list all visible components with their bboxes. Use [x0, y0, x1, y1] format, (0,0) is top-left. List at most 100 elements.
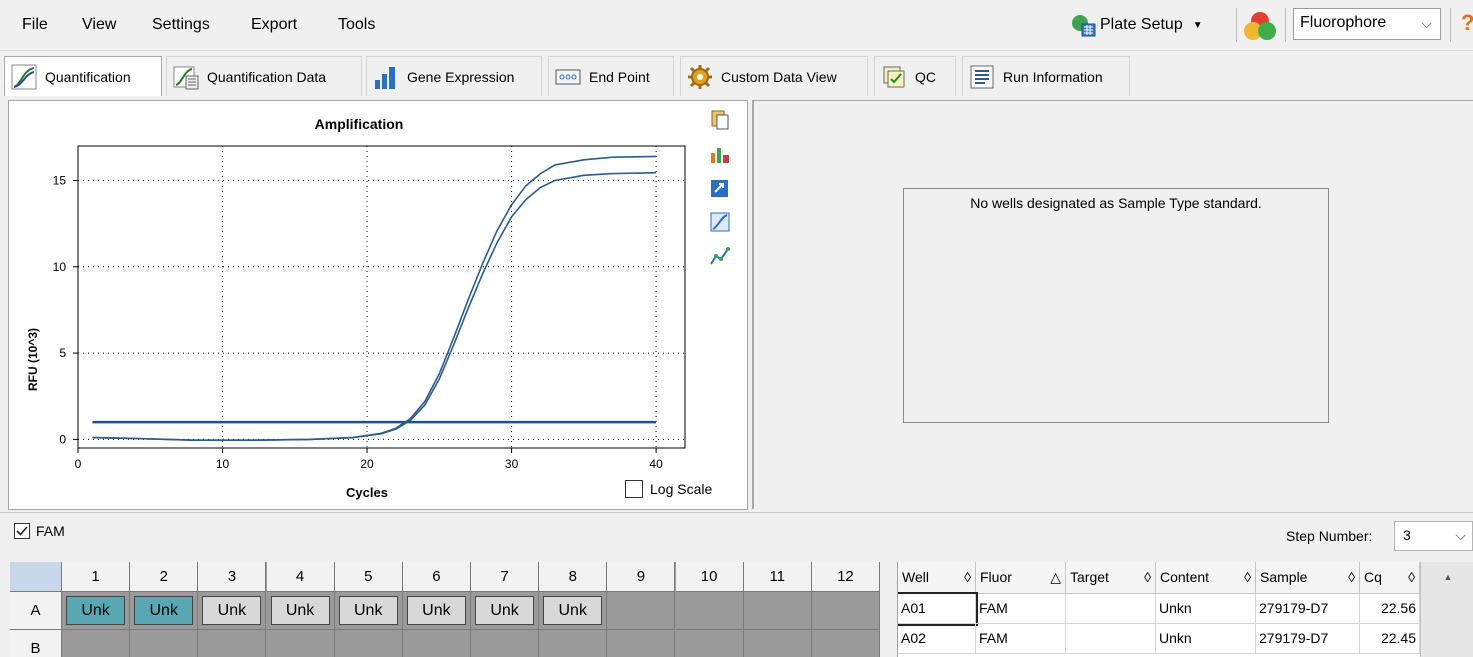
plate-well[interactable]	[402, 630, 471, 657]
plate-column-header[interactable]: 8	[539, 562, 608, 592]
plate-well[interactable]	[811, 630, 880, 657]
sort-icon[interactable]: ◊	[964, 569, 971, 585]
plate-column-header[interactable]: 2	[130, 562, 199, 592]
plate-well[interactable]: Unk	[402, 592, 471, 630]
tab-quantification-data[interactable]: Quantification Data	[166, 56, 362, 96]
log-scale-checkbox[interactable]	[625, 480, 643, 498]
plate-column-header[interactable]: 3	[198, 562, 267, 592]
plate-well[interactable]	[130, 630, 199, 657]
plate-well[interactable]	[607, 630, 676, 657]
help-icon[interactable]: ?	[1461, 10, 1473, 36]
plate-column-header[interactable]: 7	[471, 562, 540, 592]
table-cell[interactable]: Unkn	[1156, 624, 1256, 654]
column-header[interactable]: Fluor △	[976, 562, 1066, 594]
plate-well[interactable]: Unk	[471, 592, 540, 630]
tab-gene-expression[interactable]: Gene Expression	[366, 56, 542, 96]
plate-well[interactable]	[743, 630, 812, 657]
plate-well[interactable]	[198, 630, 267, 657]
plate-setup-button[interactable]: Plate Setup ▼	[1070, 8, 1203, 42]
table-cell[interactable]: A01	[898, 592, 978, 626]
toolbar-divider	[1285, 8, 1286, 42]
plate-well[interactable]: Unk	[334, 592, 403, 630]
plate-row-header[interactable]: A	[10, 592, 62, 630]
amplification-chart[interactable]: Amplification Cycles RFU (10^3) 0 10 20 30 4…	[9, 101, 747, 509]
table-cell[interactable]	[1066, 594, 1156, 624]
tab-quantification[interactable]: Quantification	[4, 56, 162, 96]
plate-well[interactable]	[266, 630, 335, 657]
plate-column-header[interactable]: 11	[743, 562, 812, 592]
table-cell[interactable]: A02	[898, 624, 976, 654]
plate-row-header[interactable]: B	[10, 630, 62, 657]
plate-column-header[interactable]: 5	[334, 562, 403, 592]
sort-icon[interactable]: △	[1050, 569, 1061, 586]
table-cell[interactable]: 279179-D7	[1256, 624, 1360, 654]
plate-well[interactable]: Unk	[266, 592, 335, 630]
export-chart-icon[interactable]	[709, 177, 731, 199]
plate-corner[interactable]	[10, 562, 62, 592]
tab-custom-data-view[interactable]: Custom Data View	[680, 56, 868, 96]
plate-well[interactable]	[607, 592, 676, 630]
table-cell[interactable]: FAM	[976, 594, 1066, 624]
sort-icon[interactable]: ◊	[1244, 569, 1251, 585]
table-cell[interactable]: 279179-D7	[1256, 594, 1360, 624]
table-cell[interactable]: 22.56	[1360, 594, 1420, 624]
menu-tools[interactable]: Tools	[338, 16, 375, 34]
plate-well[interactable]	[675, 592, 744, 630]
plate-column-header[interactable]: 9	[607, 562, 676, 592]
column-header[interactable]: Sample ◊	[1256, 562, 1360, 594]
well-content: Unk	[543, 596, 603, 625]
plate-well[interactable]: Unk	[198, 592, 267, 630]
scroll-up-icon[interactable]: ▲	[1421, 562, 1473, 582]
fluorophore-select-value: Fluorophore	[1300, 14, 1387, 31]
tab-run-information[interactable]: Run Information	[962, 56, 1130, 96]
tab-end-point[interactable]: End Point	[548, 56, 674, 96]
amplification-curve[interactable]	[92, 171, 657, 442]
column-header[interactable]: Content ◊	[1156, 562, 1256, 594]
plate-column-header[interactable]: 12	[811, 562, 880, 592]
column-header[interactable]: Cq ◊	[1360, 562, 1420, 594]
sort-icon[interactable]: ◊	[1144, 569, 1151, 585]
plate-well[interactable]	[743, 592, 812, 630]
column-header[interactable]: Target ◊	[1066, 562, 1156, 594]
plate-well[interactable]: Unk	[62, 592, 131, 630]
well-content: Unk	[475, 596, 535, 625]
log-scale-toggle[interactable]: Log Scale	[625, 480, 712, 498]
menu-file[interactable]: File	[22, 16, 48, 34]
plate-well[interactable]: Unk	[539, 592, 608, 630]
plate-well[interactable]	[811, 592, 880, 630]
amplification-curve[interactable]	[92, 155, 657, 442]
fam-toggle[interactable]: FAM	[14, 523, 65, 539]
step-number-select[interactable]: 3 ⌵	[1394, 521, 1473, 551]
vertical-scrollbar[interactable]: ▲	[1420, 562, 1473, 657]
plate-well[interactable]	[471, 630, 540, 657]
chart-options-icon[interactable]	[709, 143, 731, 165]
menu-export[interactable]: Export	[251, 16, 297, 34]
color-palette-icon[interactable]	[1243, 10, 1277, 42]
table-cell[interactable]: Unkn	[1156, 594, 1256, 624]
column-header[interactable]: Well ◊	[898, 562, 976, 594]
plate-well[interactable]	[62, 630, 131, 657]
sort-icon[interactable]: ◊	[1408, 569, 1415, 585]
plate-column-header[interactable]: 10	[675, 562, 744, 592]
fam-checkbox[interactable]	[14, 523, 30, 539]
menu-settings[interactable]: Settings	[152, 16, 210, 34]
table-cell[interactable]: FAM	[976, 624, 1066, 654]
plate-well[interactable]	[539, 630, 608, 657]
table-cell[interactable]	[1066, 624, 1156, 654]
table-cell[interactable]: 22.45	[1360, 624, 1420, 654]
step-number-label: Step Number:	[1286, 528, 1373, 544]
curve-style-icon[interactable]	[709, 245, 731, 267]
plate-column-header[interactable]: 4	[266, 562, 335, 592]
plate-well[interactable]: Unk	[130, 592, 199, 630]
zoom-chart-icon[interactable]	[709, 211, 731, 233]
menu-view[interactable]: View	[82, 16, 116, 34]
plate-view[interactable]: 1 2 3 4 5 6 7 8 9 10 11 12 A Unk Unk Unk Unk Unk Unk Unk Unk…	[10, 562, 880, 657]
fluorophore-select[interactable]: Fluorophore ⌵	[1293, 8, 1441, 40]
tab-qc[interactable]: QC	[874, 56, 956, 96]
copy-icon[interactable]	[709, 109, 731, 131]
sort-icon[interactable]: ◊	[1348, 569, 1355, 585]
plate-well[interactable]	[334, 630, 403, 657]
plate-column-header[interactable]: 6	[402, 562, 471, 592]
plate-well[interactable]	[675, 630, 744, 657]
plate-column-header[interactable]: 1	[62, 562, 131, 592]
